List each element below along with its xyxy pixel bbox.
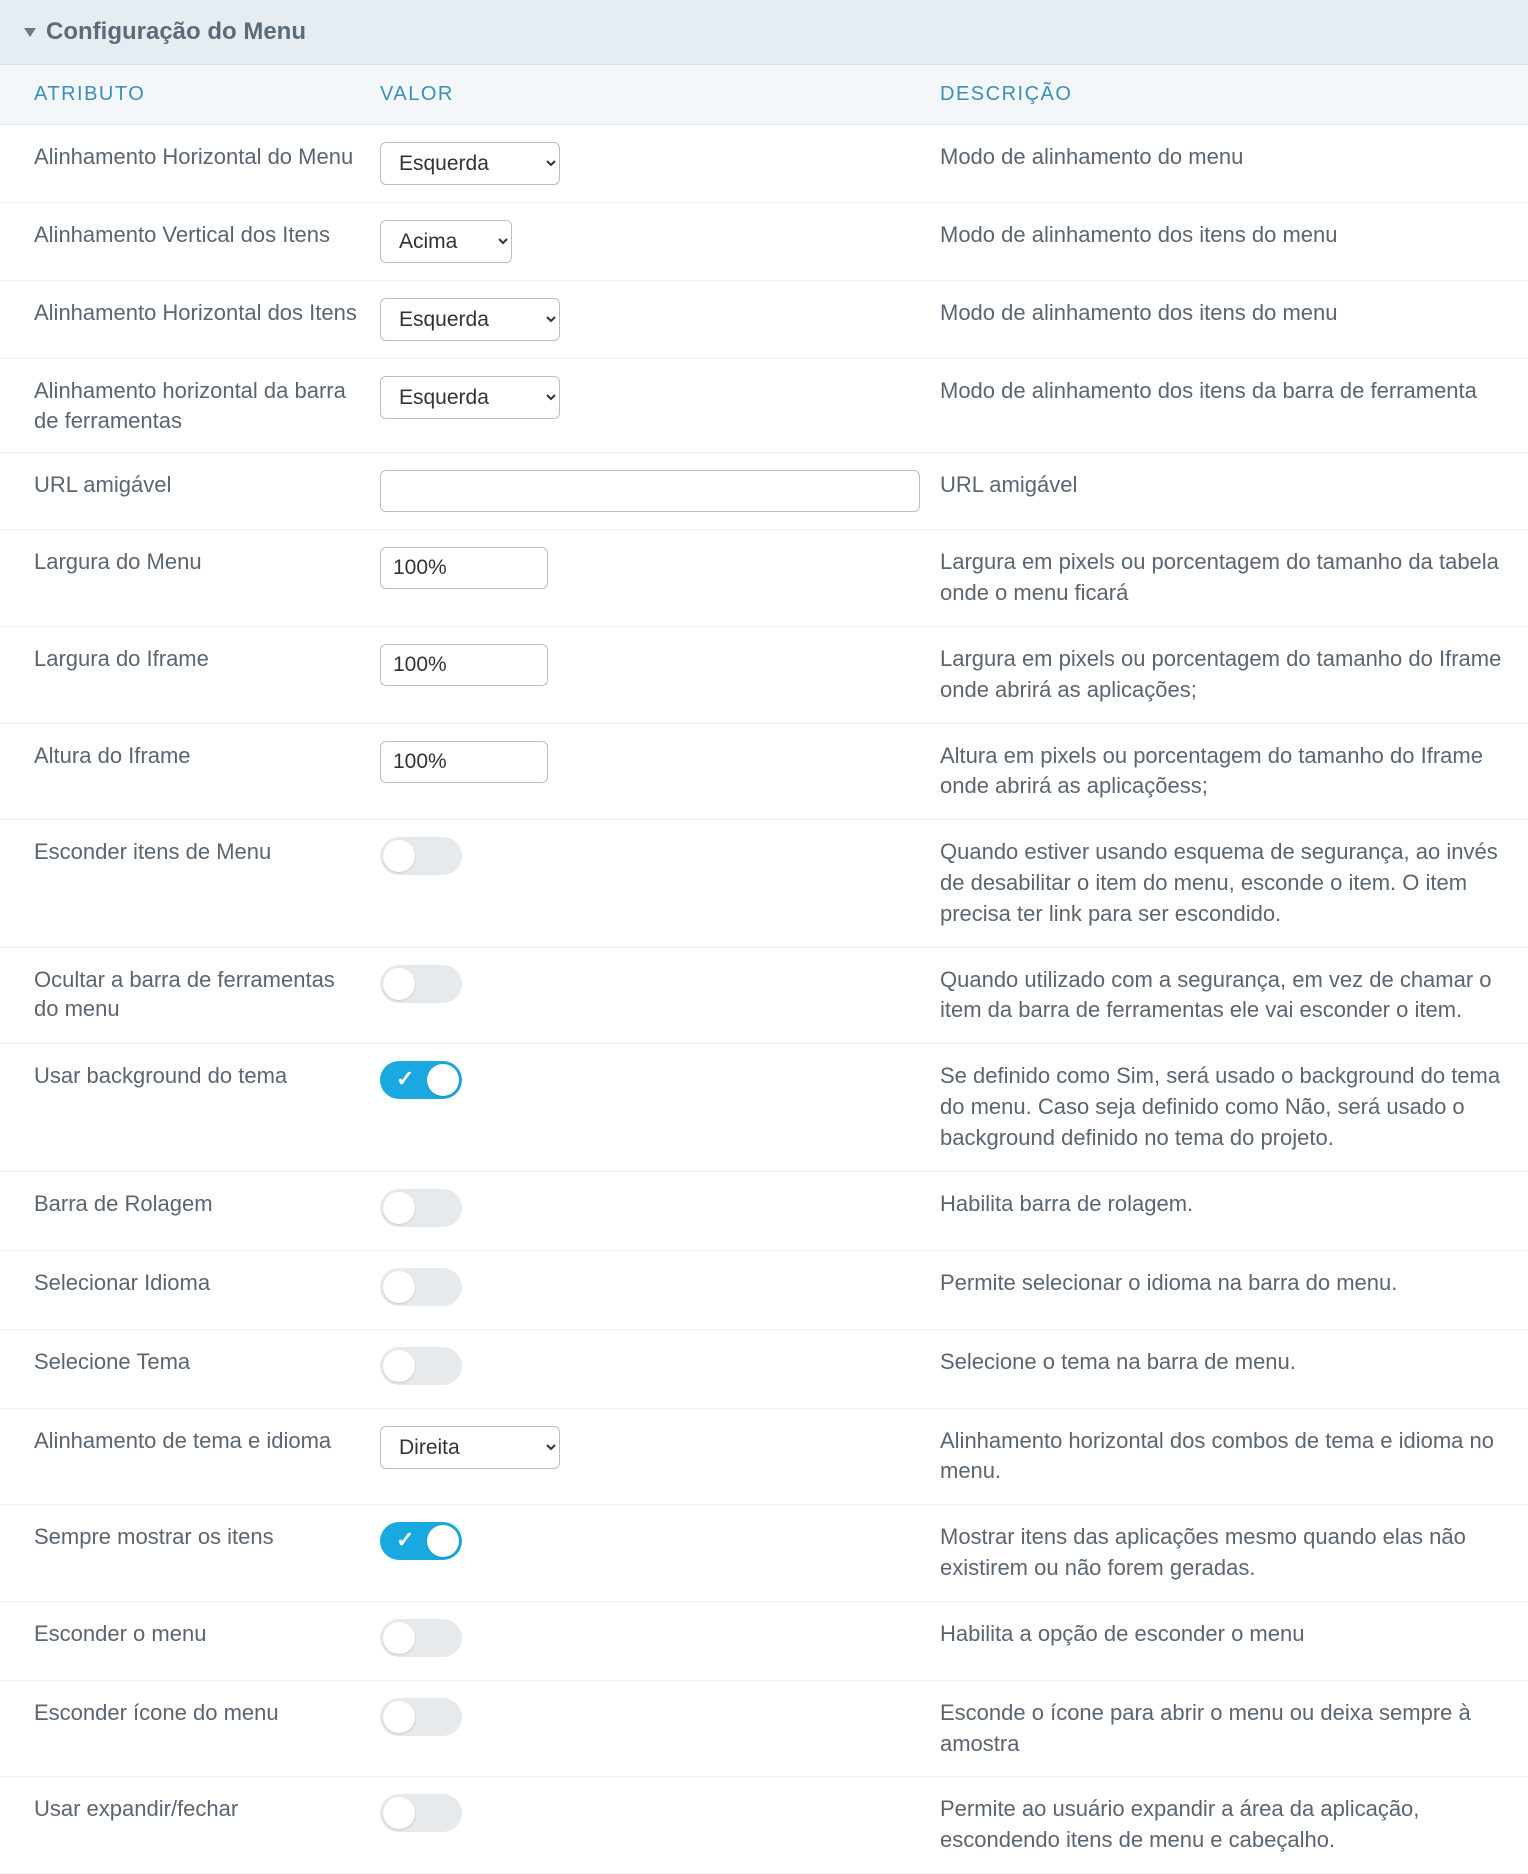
toggle-expand-close[interactable] [380, 1794, 462, 1832]
select-v-items-align[interactable]: AcimaAbaixo [380, 220, 512, 263]
row-h-toolbar-align: Alinhamento horizontal da barra de ferra… [0, 359, 1528, 453]
label-select-lang: Selecionar Idioma [0, 1268, 380, 1298]
label-hide-toolbar: Ocultar a barra de ferramentas do menu [0, 965, 380, 1024]
col-header-description: DESCRIÇÃO [940, 83, 1528, 106]
row-hide-toolbar: Ocultar a barra de ferramentas do menu Q… [0, 948, 1528, 1045]
input-menu-width[interactable] [380, 547, 548, 589]
row-expand-close: Usar expandir/fechar Permite ao usuário … [0, 1777, 1528, 1874]
input-friendly-url[interactable] [380, 470, 920, 512]
desc-hide-menu-icon: Esconde o ícone para abrir o menu ou dei… [940, 1698, 1528, 1760]
desc-h-menu-align: Modo de alinhamento do menu [940, 142, 1528, 173]
label-scrollbar: Barra de Rolagem [0, 1189, 380, 1219]
desc-always-show: Mostrar itens das aplicações mesmo quand… [940, 1522, 1528, 1584]
toggle-select-lang[interactable] [380, 1268, 462, 1306]
label-friendly-url: URL amigável [0, 470, 380, 500]
toggle-hide-menu[interactable] [380, 1619, 462, 1657]
row-use-theme-bg: Usar background do tema Se definido como… [0, 1044, 1528, 1171]
col-header-value: VALOR [380, 83, 940, 106]
select-theme-lang-align[interactable]: DireitaEsquerda [380, 1426, 560, 1469]
desc-select-theme: Selecione o tema na barra de menu. [940, 1347, 1528, 1378]
desc-friendly-url: URL amigável [940, 470, 1528, 501]
row-hide-menu-icon: Esconder ícone do menu Esconde o ícone p… [0, 1681, 1528, 1778]
label-use-theme-bg: Usar background do tema [0, 1061, 380, 1091]
desc-h-toolbar-align: Modo de alinhamento dos itens da barra d… [940, 376, 1528, 407]
label-iframe-height: Altura do Iframe [0, 741, 380, 771]
input-iframe-height[interactable] [380, 741, 548, 783]
toggle-select-theme[interactable] [380, 1347, 462, 1385]
label-h-menu-align: Alinhamento Horizontal do Menu [0, 142, 380, 172]
desc-scrollbar: Habilita barra de rolagem. [940, 1189, 1528, 1220]
row-scrollbar: Barra de Rolagem Habilita barra de rolag… [0, 1172, 1528, 1251]
desc-hide-menu-items: Quando estiver usando esquema de seguran… [940, 837, 1528, 929]
label-theme-lang-align: Alinhamento de tema e idioma [0, 1426, 380, 1456]
desc-h-items-align: Modo de alinhamento dos itens do menu [940, 298, 1528, 329]
row-iframe-height: Altura do Iframe Altura em pixels ou por… [0, 724, 1528, 821]
toggle-hide-menu-icon[interactable] [380, 1698, 462, 1736]
desc-hide-toolbar: Quando utilizado com a segurança, em vez… [940, 965, 1528, 1027]
toggle-use-theme-bg[interactable] [380, 1061, 462, 1099]
collapse-triangle-icon [24, 28, 36, 37]
label-h-items-align: Alinhamento Horizontal dos Itens [0, 298, 380, 328]
row-select-theme: Selecione Tema Selecione o tema na barra… [0, 1330, 1528, 1409]
label-select-theme: Selecione Tema [0, 1347, 380, 1377]
toggle-scrollbar[interactable] [380, 1189, 462, 1227]
toggle-always-show[interactable] [380, 1522, 462, 1560]
label-h-toolbar-align: Alinhamento horizontal da barra de ferra… [0, 376, 380, 435]
col-header-attribute: ATRIBUTO [0, 83, 380, 106]
row-select-lang: Selecionar Idioma Permite selecionar o i… [0, 1251, 1528, 1330]
row-h-menu-align: Alinhamento Horizontal do Menu EsquerdaD… [0, 125, 1528, 203]
desc-v-items-align: Modo de alinhamento dos itens do menu [940, 220, 1528, 251]
row-friendly-url: URL amigável URL amigável [0, 453, 1528, 530]
select-h-items-align[interactable]: EsquerdaDireitaCentro [380, 298, 560, 341]
toggle-hide-toolbar[interactable] [380, 965, 462, 1003]
row-v-items-align: Alinhamento Vertical dos Itens AcimaAbai… [0, 203, 1528, 281]
row-always-show: Sempre mostrar os itens Mostrar itens da… [0, 1505, 1528, 1602]
desc-iframe-height: Altura em pixels ou porcentagem do taman… [940, 741, 1528, 803]
desc-expand-close: Permite ao usuário expandir a área da ap… [940, 1794, 1528, 1856]
panel-header[interactable]: Configuração do Menu [0, 0, 1528, 65]
label-menu-width: Largura do Menu [0, 547, 380, 577]
panel-title: Configuração do Menu [46, 18, 306, 46]
select-h-toolbar-align[interactable]: EsquerdaDireitaCentro [380, 376, 560, 419]
input-iframe-width[interactable] [380, 644, 548, 686]
desc-menu-width: Largura em pixels ou porcentagem do tama… [940, 547, 1528, 609]
select-h-menu-align[interactable]: EsquerdaDireitaCentro [380, 142, 560, 185]
row-hide-menu-items: Esconder itens de Menu Quando estiver us… [0, 820, 1528, 947]
row-menu-width: Largura do Menu Largura em pixels ou por… [0, 530, 1528, 627]
row-hide-menu: Esconder o menu Habilita a opção de esco… [0, 1602, 1528, 1681]
column-header-row: ATRIBUTO VALOR DESCRIÇÃO [0, 65, 1528, 125]
label-hide-menu: Esconder o menu [0, 1619, 380, 1649]
label-expand-close: Usar expandir/fechar [0, 1794, 380, 1824]
desc-hide-menu: Habilita a opção de esconder o menu [940, 1619, 1528, 1650]
label-iframe-width: Largura do Iframe [0, 644, 380, 674]
desc-use-theme-bg: Se definido como Sim, será usado o backg… [940, 1061, 1528, 1153]
toggle-hide-menu-items[interactable] [380, 837, 462, 875]
label-v-items-align: Alinhamento Vertical dos Itens [0, 220, 380, 250]
row-iframe-width: Largura do Iframe Largura em pixels ou p… [0, 627, 1528, 724]
label-always-show: Sempre mostrar os itens [0, 1522, 380, 1552]
desc-theme-lang-align: Alinhamento horizontal dos combos de tem… [940, 1426, 1528, 1488]
row-h-items-align: Alinhamento Horizontal dos Itens Esquerd… [0, 281, 1528, 359]
desc-select-lang: Permite selecionar o idioma na barra do … [940, 1268, 1528, 1299]
label-hide-menu-items: Esconder itens de Menu [0, 837, 380, 867]
label-hide-menu-icon: Esconder ícone do menu [0, 1698, 380, 1728]
desc-iframe-width: Largura em pixels ou porcentagem do tama… [940, 644, 1528, 706]
row-theme-lang-align: Alinhamento de tema e idioma DireitaEsqu… [0, 1409, 1528, 1506]
